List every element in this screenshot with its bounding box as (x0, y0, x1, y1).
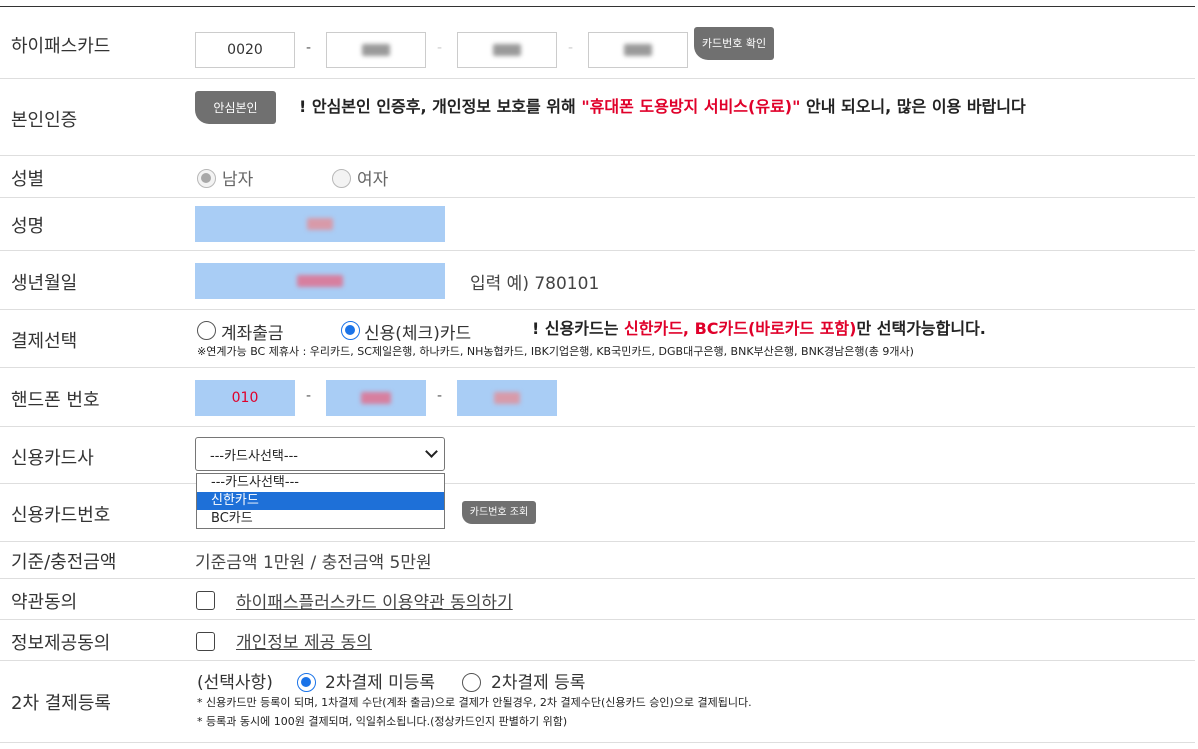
payment-notice: ! 신용카드는 신한카드, BC카드(바로카드 포함)만 선택가능합니다. (532, 318, 986, 340)
auth-notice: ! 안심본인 인증후, 개인정보 보호를 위해 "휴대폰 도용방지 서비스(유료… (199, 96, 1194, 118)
gender-female-radio[interactable] (332, 169, 351, 188)
hipass-card-part1[interactable]: 0020 (195, 32, 295, 68)
gender-label: 성별 (11, 169, 45, 190)
terms-link[interactable]: 하이패스플러스카드 이용약관 동의하기 (236, 588, 513, 613)
payment-partners-note: ※연계가능 BC 제휴사 : 우리카드, SC제일은행, 하나카드, NH농협카… (197, 345, 914, 358)
card-number-label: 신용카드번호 (11, 505, 111, 526)
hipass-label: 하이패스카드 (11, 36, 111, 57)
row-card-company: 신용카드사 (0, 427, 1195, 484)
birth-input[interactable] (195, 263, 445, 299)
dropdown-option[interactable]: ---카드사선택--- (197, 474, 444, 492)
gender-male-label: 남자 (222, 170, 254, 190)
auth-label: 본인인증 (11, 110, 78, 131)
phone-label: 핸드폰 번호 (11, 390, 100, 411)
privacy-checkbox[interactable] (196, 632, 215, 651)
card-company-dropdown: ---카드사선택--- 신한카드 BC카드 (196, 473, 445, 529)
row-amount: 기준/충전금액 기준금액 1만원 / 충전금액 5만원 (0, 542, 1195, 579)
masked-value (297, 275, 343, 287)
card-number-lookup-button[interactable]: 카드번호 조회 (462, 501, 536, 524)
dash-separator: - (437, 40, 443, 56)
dash-separator: - (568, 40, 574, 56)
card-company-label: 신용카드사 (11, 448, 94, 469)
dropdown-option[interactable]: BC카드 (197, 510, 444, 528)
amount-value: 기준금액 1만원 / 충전금액 5만원 (195, 553, 432, 573)
row-auth: 본인인증 안심본인 ! 안심본인 인증후, 개인정보 보호를 위해 "휴대폰 도… (0, 79, 1195, 156)
hipass-card-part3[interactable] (457, 32, 557, 68)
dash-separator: - (306, 388, 312, 404)
payment-notice-prefix: ! 신용카드는 (532, 319, 619, 338)
row-payment: 결제선택 계좌출금 신용(체크)카드 ! 신용카드는 신한카드, BC카드(바로… (0, 310, 1195, 368)
row-birth: 생년월일 입력 예) 780101 (0, 251, 1195, 310)
hipass-card-part2[interactable] (326, 32, 426, 68)
gender-male-radio[interactable] (197, 169, 216, 188)
auth-notice-suffix: 안내 되오니, 많은 이용 바랍니다 (805, 97, 1026, 116)
payment-credit-label: 신용(체크)카드 (364, 324, 472, 344)
row-name: 성명 (0, 198, 1195, 251)
dash-separator: - (306, 40, 312, 56)
phone-last-input[interactable] (457, 380, 557, 416)
payment-credit-radio[interactable] (341, 321, 360, 340)
card-company-selected: ---카드사선택--- (210, 448, 298, 464)
row-phone: 핸드폰 번호 010 - - (0, 368, 1195, 427)
gender-female-label: 여자 (357, 170, 389, 190)
phone-prefix-input[interactable]: 010 (195, 380, 295, 416)
auth-notice-highlight: "휴대폰 도용방지 서비스(유료)" (581, 97, 801, 116)
row-card-number: 신용카드번호 카드번호 조회 (0, 484, 1195, 542)
auth-notice-prefix: ! 안심본인 인증후, 개인정보 보호를 위해 (299, 97, 576, 116)
second-payment-label: 2차 결제등록 (11, 693, 111, 714)
second-payment-no-label: 2차결제 미등록 (325, 673, 436, 693)
verify-card-button[interactable]: 카드번호 확인 (694, 27, 774, 60)
second-payment-note-2: * 등록과 동시에 100원 결제되며, 익일취소됩니다.(정상카드인지 판별하… (197, 715, 568, 728)
second-payment-yes-label: 2차결제 등록 (491, 673, 586, 693)
payment-label: 결제선택 (11, 331, 78, 352)
birth-hint: 입력 예) 780101 (470, 274, 600, 294)
masked-value (494, 392, 520, 404)
masked-value (361, 392, 391, 404)
card-company-select[interactable]: ---카드사선택--- (195, 437, 445, 471)
chevron-down-icon (425, 445, 438, 458)
row-terms: 약관동의 하이패스플러스카드 이용약관 동의하기 (0, 579, 1195, 620)
second-payment-yes-radio[interactable] (462, 673, 481, 692)
payment-notice-suffix: 만 선택가능합니다. (856, 319, 986, 338)
amount-label: 기준/충전금액 (11, 552, 117, 573)
payment-account-radio[interactable] (197, 321, 216, 340)
row-privacy: 정보제공동의 개인정보 제공 동의 (0, 620, 1195, 661)
masked-value (362, 44, 390, 56)
phone-middle-input[interactable] (326, 380, 426, 416)
payment-notice-highlight: 신한카드, BC카드(바로카드 포함) (624, 319, 857, 338)
name-input[interactable] (195, 206, 445, 242)
dropdown-option[interactable]: 신한카드 (197, 492, 444, 510)
payment-account-label: 계좌출금 (221, 324, 284, 344)
second-payment-note-1: * 신용카드만 등록이 되며, 1차결제 수단(계좌 출금)으로 결제가 안될경… (197, 696, 752, 709)
row-gender: 성별 남자 여자 (0, 156, 1195, 198)
dash-separator: - (437, 388, 443, 404)
masked-value (624, 44, 652, 56)
privacy-link[interactable]: 개인정보 제공 동의 (236, 628, 372, 653)
row-hipass: 하이패스카드 0020 - - - 카드번호 확인 (0, 7, 1195, 79)
second-payment-optional: (선택사항) (197, 673, 273, 693)
terms-checkbox[interactable] (196, 591, 215, 610)
terms-label: 약관동의 (11, 592, 78, 613)
row-second-payment: 2차 결제등록 (선택사항) 2차결제 미등록 2차결제 등록 * 신용카드만 … (0, 661, 1195, 743)
privacy-label: 정보제공동의 (11, 633, 111, 654)
second-payment-no-radio[interactable] (297, 673, 316, 692)
masked-value (493, 44, 521, 56)
masked-value (307, 218, 333, 230)
birth-label: 생년월일 (11, 273, 78, 294)
hipass-card-part4[interactable] (588, 32, 688, 68)
name-label: 성명 (11, 216, 45, 237)
